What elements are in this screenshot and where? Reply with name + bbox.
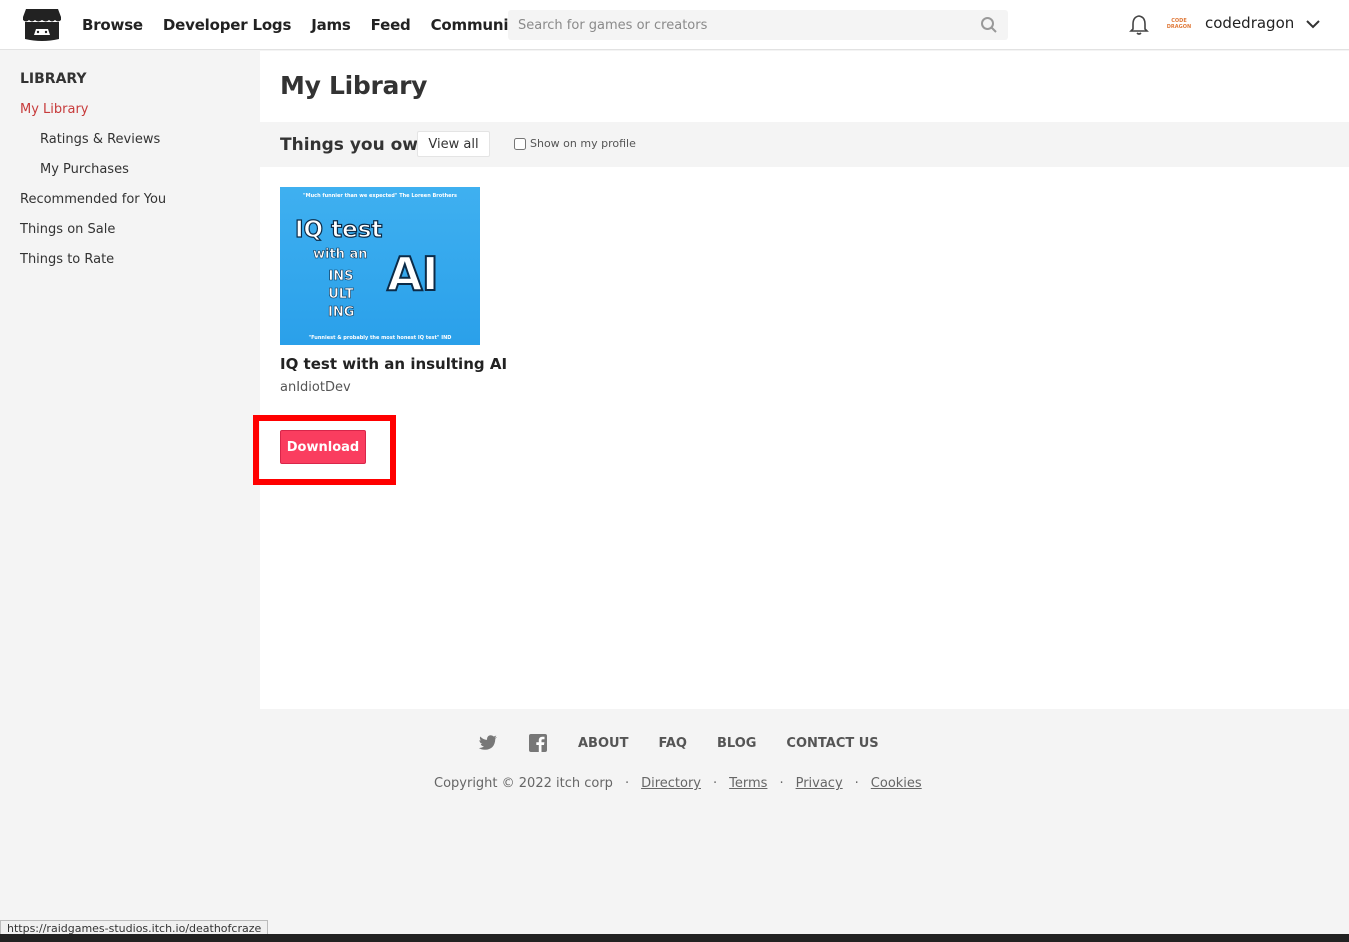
sidebar-item-recommended[interactable]: Recommended for You — [20, 192, 166, 207]
separator: · — [779, 776, 784, 791]
cover-title-line2: with an — [313, 247, 368, 263]
page-title: My Library — [280, 71, 428, 100]
cover-ins-2: ULT — [328, 287, 354, 303]
sidebar-item-my-library[interactable]: My Library — [20, 102, 89, 117]
chevron-down-icon[interactable] — [1305, 18, 1321, 30]
bell-icon[interactable] — [1129, 14, 1149, 36]
search-icon[interactable] — [980, 16, 998, 34]
top-header: Browse Developer Logs Jams Feed Communit… — [0, 0, 1349, 50]
footer-links: ABOUT FAQ BLOG CONTACT US — [478, 733, 909, 753]
view-all-button[interactable]: View all — [417, 131, 490, 157]
avatar[interactable]: CODE DRAGON — [1166, 12, 1192, 36]
sidebar-item-my-purchases[interactable]: My Purchases — [40, 162, 129, 177]
cover-top-quote: "Much funnier than we expected" The Lore… — [303, 193, 457, 199]
cover-ins-3: ING — [328, 305, 355, 321]
footer-link-about[interactable]: ABOUT — [578, 736, 628, 751]
copyright-row: Copyright © 2022 itch corp · Directory ·… — [434, 776, 922, 791]
main-content: My Library Things you own View all Show … — [253, 51, 1349, 709]
footer-link-directory[interactable]: Directory — [641, 776, 701, 791]
footer-link-faq[interactable]: FAQ — [658, 736, 687, 751]
footer-link-privacy[interactable]: Privacy — [796, 776, 843, 791]
sidebar-item-things-to-rate[interactable]: Things to Rate — [20, 252, 114, 267]
owned-section-header: Things you own View all Show on my profi… — [260, 122, 1349, 167]
show-on-profile-checkbox[interactable] — [514, 137, 526, 150]
nav-feed[interactable]: Feed — [371, 16, 411, 34]
facebook-icon[interactable] — [528, 733, 548, 753]
separator: · — [624, 776, 630, 791]
avatar-text: CODE DRAGON — [1166, 18, 1192, 30]
library-sidebar: LIBRARY My Library Ratings & Reviews My … — [0, 51, 260, 709]
nav-browse[interactable]: Browse — [82, 16, 143, 34]
sidebar-item-things-on-sale[interactable]: Things on Sale — [20, 222, 115, 237]
section-title: Things you own — [280, 135, 431, 155]
sidebar-item-ratings-reviews[interactable]: Ratings & Reviews — [40, 132, 160, 147]
separator: · — [854, 776, 859, 791]
copyright-text: Copyright © 2022 itch corp — [434, 776, 613, 791]
search-box — [508, 10, 1008, 40]
game-cover-image[interactable]: "Much funnier than we expected" The Lore… — [280, 187, 480, 345]
footer-link-blog[interactable]: BLOG — [717, 736, 756, 751]
cover-ai-text: AI — [386, 246, 440, 302]
cover-title-line1: IQ test — [294, 216, 383, 243]
footer-link-terms[interactable]: Terms — [729, 776, 767, 791]
username[interactable]: codedragon — [1205, 14, 1294, 32]
show-on-profile-label: Show on my profile — [530, 137, 636, 150]
game-title-link[interactable]: IQ test with an insulting AI — [280, 355, 507, 373]
nav-developer-logs[interactable]: Developer Logs — [163, 16, 291, 34]
sidebar-heading: LIBRARY — [20, 71, 87, 87]
footer-link-contact[interactable]: CONTACT US — [786, 736, 878, 751]
nav-jams[interactable]: Jams — [311, 16, 351, 34]
download-button[interactable]: Download — [280, 430, 366, 464]
show-on-profile-toggle[interactable]: Show on my profile — [514, 137, 636, 150]
page-footer: ABOUT FAQ BLOG CONTACT US Copyright © 20… — [0, 709, 1349, 934]
cover-bottom-quote: "Funniest & probably the most honest IQ … — [308, 335, 452, 341]
main-nav: Browse Developer Logs Jams Feed Communit… — [82, 0, 545, 50]
separator: · — [713, 776, 718, 791]
footer-link-cookies[interactable]: Cookies — [871, 776, 922, 791]
search-input[interactable] — [508, 10, 1008, 40]
game-author-link[interactable]: anIdiotDev — [280, 380, 351, 395]
cover-ins-1: INS — [328, 269, 354, 285]
twitter-icon[interactable] — [478, 733, 498, 753]
window-bottom-edge — [0, 934, 1349, 942]
itch-logo-icon[interactable] — [22, 7, 62, 43]
